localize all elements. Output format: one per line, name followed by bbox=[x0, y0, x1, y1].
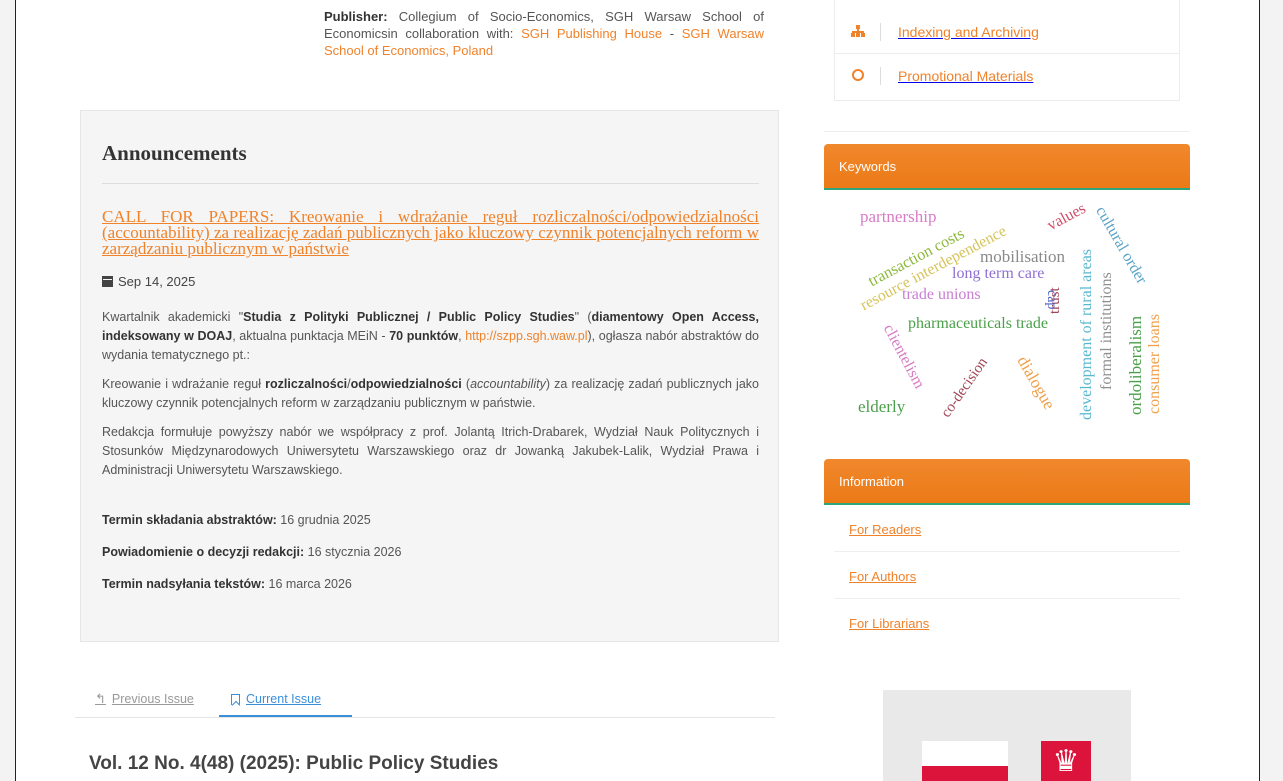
calendar-icon bbox=[102, 276, 113, 287]
information-header: Information bbox=[824, 459, 1190, 505]
announcements-heading: Announcements bbox=[102, 141, 247, 165]
announcement-date: Sep 14, 2025 bbox=[102, 274, 195, 289]
publisher-separator: - bbox=[662, 26, 682, 41]
announcement-paragraph-2: Kreowanie i wdrażanie reguł rozliczalnoś… bbox=[102, 375, 759, 413]
deadline-label: Powiadomienie o decyzji redakcji: bbox=[102, 545, 305, 559]
funding-logo-card: ♛ bbox=[824, 676, 1190, 781]
sidebar-menu: Indexing and Archiving Promotional Mater… bbox=[834, 0, 1180, 101]
divider bbox=[102, 183, 759, 184]
bold-term: rozliczalności bbox=[265, 377, 348, 391]
separator bbox=[880, 67, 881, 85]
announcement-paragraph-1: Kwartalnik akademicki "Studia z Polityki… bbox=[102, 308, 759, 365]
menu-item-promotional[interactable]: Promotional Materials bbox=[835, 54, 1179, 98]
publisher-info: Publisher: Collegium of Socio-Economics,… bbox=[324, 8, 764, 59]
menu-item-indexing[interactable]: Indexing and Archiving bbox=[835, 10, 1179, 54]
publisher-label: Publisher: bbox=[324, 9, 388, 24]
issue-title: Vol. 12 No. 4(48) (2025): Public Policy … bbox=[89, 753, 499, 774]
keyword-link[interactable]: mobilisation bbox=[980, 248, 1065, 265]
circle-icon bbox=[835, 68, 880, 84]
text: Kreowanie i wdrażanie reguł bbox=[102, 377, 266, 391]
issue-tabs: ↰ Previous Issue Current Issue bbox=[75, 680, 775, 718]
keywords-header: Keywords bbox=[824, 144, 1190, 190]
announcement-title-link[interactable]: CALL FOR PAPERS: Kreowanie i wdrażanie r… bbox=[102, 208, 759, 257]
link-for-librarians[interactable]: For Librarians bbox=[834, 599, 1180, 646]
keyword-link[interactable]: pharmaceuticals trade bbox=[908, 316, 1048, 332]
italic-term: accountability bbox=[470, 377, 546, 391]
keyword-link[interactable]: cap bbox=[1044, 290, 1059, 309]
keyword-link[interactable]: elderly bbox=[858, 398, 905, 415]
tab-label: Current Issue bbox=[246, 692, 322, 706]
announcement-body: Kwartalnik akademicki "Studia z Polityki… bbox=[102, 308, 759, 490]
publisher-link-sgh-publishing[interactable]: SGH Publishing House bbox=[521, 26, 662, 41]
tab-current-issue[interactable]: Current Issue bbox=[231, 684, 321, 714]
deadline-texts: Termin nadsyłania tekstów: 16 marca 2026 bbox=[102, 575, 759, 607]
information-card: Information For Readers For Authors For … bbox=[824, 459, 1190, 663]
sitemap-icon bbox=[835, 24, 880, 40]
keyword-link[interactable]: partnership bbox=[860, 208, 936, 225]
deadline-abstracts: Termin składania abstraktów: 16 grudnia … bbox=[102, 511, 759, 543]
bookmark-icon bbox=[231, 693, 240, 705]
text: , aktualna punktacja MEiN - bbox=[232, 329, 390, 343]
deadline-value: 16 marca 2026 bbox=[265, 577, 352, 591]
journal-url-link[interactable]: http://szpp.sgh.waw.pl bbox=[465, 329, 587, 343]
keyword-link[interactable]: dialogue bbox=[1013, 353, 1059, 413]
menu-item-label: Indexing and Archiving bbox=[898, 24, 1039, 40]
menu-item-label: Promotional Materials bbox=[898, 68, 1034, 84]
keyword-link[interactable]: formal institutions bbox=[1098, 272, 1115, 390]
information-list: For Readers For Authors For Librarians bbox=[824, 505, 1190, 646]
deadline-value: 16 stycznia 2026 bbox=[304, 545, 402, 559]
keywords-card: Keywords partnership transaction costs r… bbox=[824, 144, 1190, 447]
text: ( bbox=[461, 377, 471, 391]
deadline-label: Termin składania abstraktów: bbox=[102, 513, 277, 527]
reply-arrow-icon: ↰ bbox=[95, 691, 106, 706]
keyword-link[interactable]: ordoliberalism bbox=[1126, 316, 1145, 415]
active-tab-indicator bbox=[219, 715, 352, 717]
separator bbox=[880, 23, 881, 41]
keyword-link[interactable]: values bbox=[1045, 200, 1089, 234]
keyword-link[interactable]: co-decision bbox=[938, 355, 991, 421]
link-for-readers[interactable]: For Readers bbox=[834, 505, 1180, 552]
journal-name: Studia z Polityki Publicznej / Public Po… bbox=[243, 310, 575, 324]
text: " ( bbox=[574, 310, 592, 324]
deadline-label: Termin nadsyłania tekstów: bbox=[102, 577, 266, 591]
text: Kwartalnik akademicki " bbox=[102, 310, 244, 324]
announcement-paragraph-3: Redakcja formułuje powyższy nabór we wsp… bbox=[102, 425, 759, 477]
deadlines-list: Termin składania abstraktów: 16 grudnia … bbox=[102, 511, 759, 607]
polish-eagle-emblem: ♛ bbox=[1041, 741, 1091, 781]
tab-previous-issue[interactable]: ↰ Previous Issue bbox=[95, 684, 194, 714]
points-value: 70 punktów bbox=[389, 329, 459, 343]
deadline-decision: Powiadomienie o decyzji redakcji: 16 sty… bbox=[102, 543, 759, 575]
polish-flag-image bbox=[922, 741, 1008, 781]
deadline-value: 16 grudnia 2025 bbox=[276, 513, 371, 527]
sidebar-menu-card: Indexing and Archiving Promotional Mater… bbox=[824, 0, 1190, 132]
keyword-link[interactable]: consumer loans bbox=[1146, 314, 1163, 414]
keyword-link[interactable]: clientelism bbox=[880, 322, 928, 392]
funding-logo: ♛ bbox=[883, 690, 1131, 781]
keyword-cloud: partnership transaction costs resource i… bbox=[824, 190, 1190, 445]
keyword-link[interactable]: trade unions bbox=[902, 287, 981, 303]
announcements-panel: Announcements CALL FOR PAPERS: Kreowanie… bbox=[80, 110, 779, 642]
tab-label: Previous Issue bbox=[111, 692, 194, 706]
keyword-link[interactable]: long term care bbox=[952, 266, 1044, 282]
link-for-authors[interactable]: For Authors bbox=[834, 552, 1180, 599]
keyword-link[interactable]: development of rural areas bbox=[1078, 249, 1095, 420]
bold-term: odpowiedzialności bbox=[350, 377, 462, 391]
announcement-date-text: Sep 14, 2025 bbox=[118, 274, 196, 289]
